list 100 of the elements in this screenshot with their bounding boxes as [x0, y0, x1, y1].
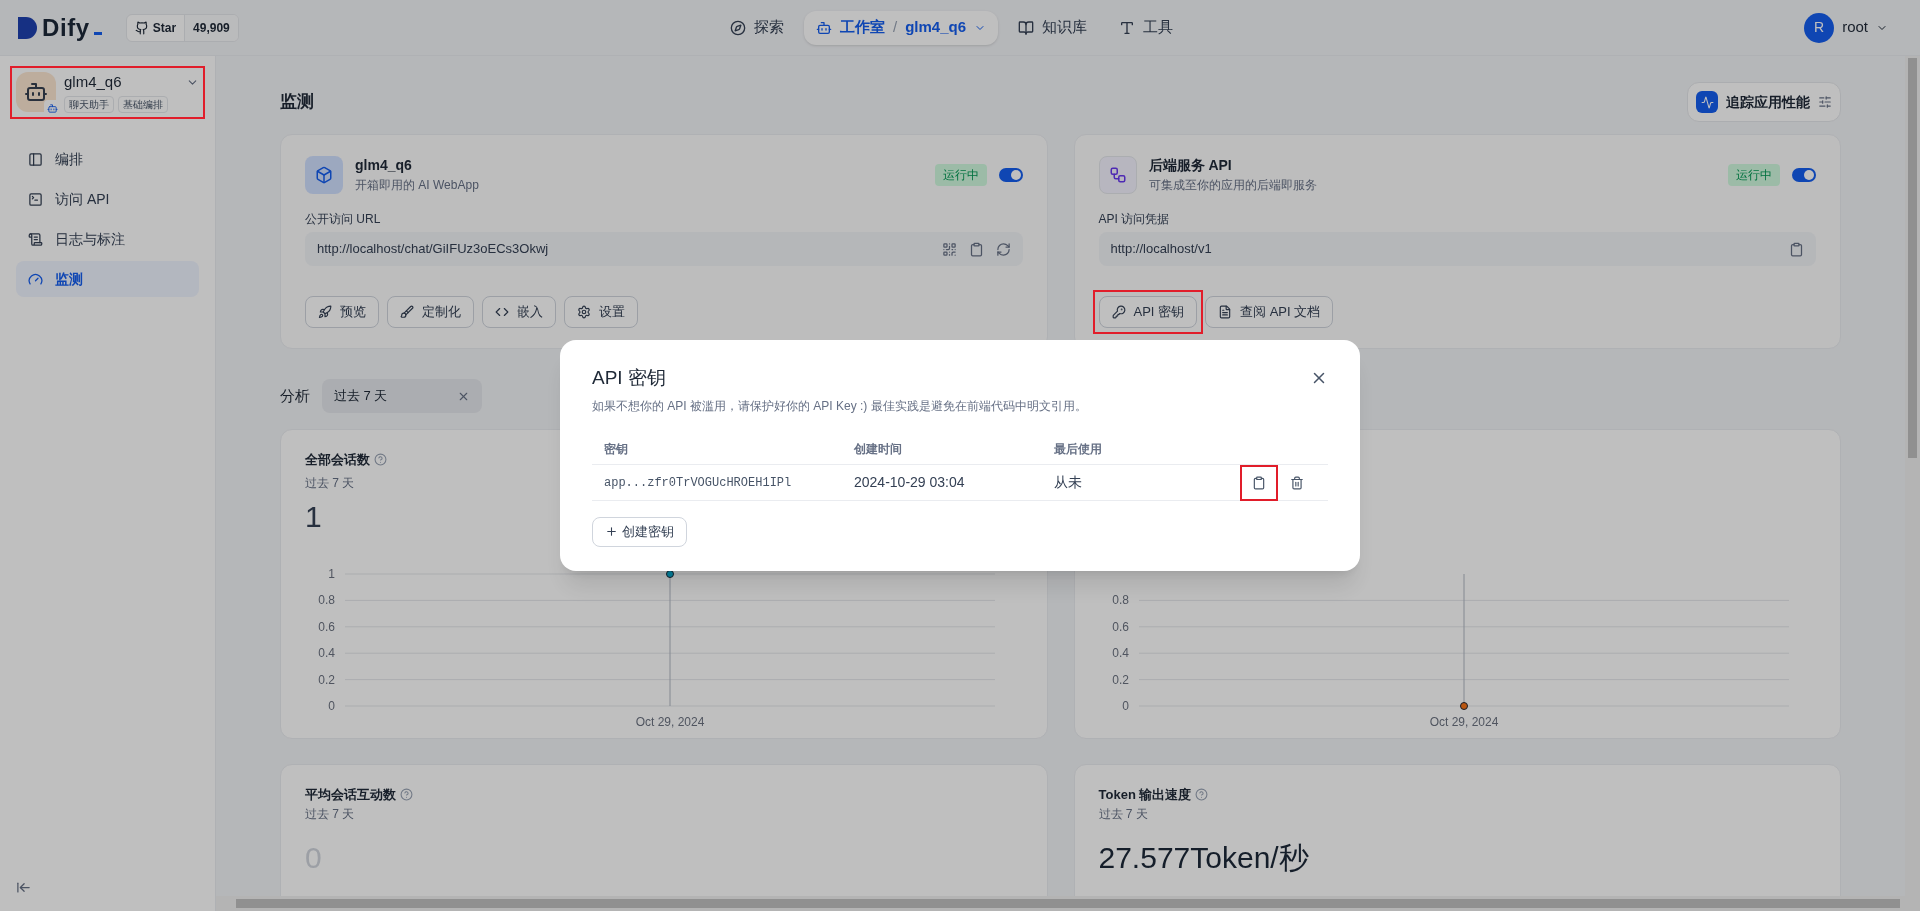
nav-icon	[815, 19, 832, 36]
sidebar-item-icon	[28, 191, 43, 207]
card-subtitle: 可集成至你的应用的后端即服务	[1148, 177, 1317, 194]
nav-tab[interactable]: 知识库	[1006, 10, 1099, 45]
app-crumb[interactable]: glm4_q6	[905, 16, 966, 39]
action-button[interactable]: API 密钥	[1098, 296, 1198, 328]
axis-tick-label: 0.6	[1111, 619, 1129, 634]
settings-icon	[1818, 95, 1832, 109]
copy-icon[interactable]	[1789, 241, 1804, 257]
app-name: glm4_q6	[64, 72, 123, 92]
period-select[interactable]: 过去 7 天	[322, 379, 482, 413]
axis-tick-label: 0	[328, 699, 335, 713]
nav-icon	[1119, 19, 1135, 36]
stat-value: 27.577Token/秒	[1098, 839, 1310, 876]
star-label: Star	[152, 19, 177, 37]
workflow-icon	[1098, 155, 1137, 194]
axis-tick-label: 0	[1121, 699, 1129, 713]
url-field[interactable]: http://localhost/v1	[1098, 232, 1816, 266]
nav-label: 知识库	[1042, 17, 1087, 38]
action-icon	[1218, 305, 1233, 319]
nav-tab[interactable]: 探索	[717, 10, 796, 45]
chart-title: 全部会话数	[305, 451, 370, 469]
nav-tab[interactable]: 工作室 / glm4_q6	[803, 10, 998, 45]
toggle-switch[interactable]	[998, 167, 1023, 182]
nav-tab[interactable]: 工具	[1107, 10, 1185, 45]
nav-label: 探索	[753, 17, 784, 38]
horizontal-scrollbar[interactable]	[216, 896, 1920, 911]
copy-icon[interactable]	[1252, 475, 1266, 490]
section-label: 分析	[280, 385, 310, 406]
field-label: API 访问凭据	[1098, 211, 1171, 228]
action-button[interactable]: 定制化	[387, 296, 474, 328]
axis-tick-label: 0.6	[318, 619, 335, 634]
star-count: 49,909	[184, 14, 238, 41]
stat-title: Token 输出速度	[1098, 786, 1192, 804]
axis-tick-label: Oct 29, 2024	[1429, 715, 1498, 729]
column-header: 创建时间	[854, 441, 903, 458]
nav-icon	[1018, 19, 1034, 36]
card-title: 后端服务 API	[1148, 156, 1233, 175]
url-field[interactable]: http://localhost/chat/GiIFUz3oECs3Okwj	[305, 232, 1023, 266]
logo-text: Dify	[42, 12, 90, 43]
axis-tick-label: 0.4	[1111, 646, 1129, 661]
axis-tick-label: 0.8	[1111, 593, 1129, 608]
help-icon	[1195, 788, 1209, 802]
help-icon	[400, 788, 413, 802]
action-icon	[495, 305, 509, 319]
action-button[interactable]: 嵌入	[482, 296, 556, 328]
column-header: 密钥	[604, 441, 629, 458]
axis-tick-label: Oct 29, 2024	[635, 715, 705, 729]
create-key-button[interactable]: 创建密钥	[592, 516, 687, 547]
sidebar-item[interactable]: 日志与标注	[16, 221, 199, 257]
user-avatar[interactable]: R	[1804, 12, 1835, 43]
table-cell-text: 从未	[1054, 473, 1083, 492]
stat-subtitle: 过去 7 天	[1098, 805, 1149, 823]
sidebar-item-icon	[28, 151, 43, 167]
nav-icon	[729, 19, 746, 36]
copy-icon[interactable]	[968, 241, 984, 257]
action-icon	[577, 305, 591, 319]
chart-total: 1	[305, 498, 322, 535]
stat-title: 平均会话互动数	[305, 786, 396, 804]
axis-tick-label: 0.4	[318, 646, 335, 661]
url-text: http://localhost/chat/GiIFUz3oECs3Okwj	[317, 240, 549, 259]
action-icon	[1111, 305, 1126, 319]
data-point	[1459, 702, 1468, 710]
sidebar-item-icon	[28, 271, 43, 287]
app-tag: 聊天助手	[64, 96, 114, 113]
toggle-switch[interactable]	[1792, 167, 1816, 182]
url-text: http://localhost/v1	[1110, 240, 1212, 259]
action-button[interactable]: 设置	[564, 296, 638, 328]
sidebar-item-icon	[28, 231, 43, 247]
qr-code-icon[interactable]	[941, 241, 957, 257]
stat-subtitle: 过去 7 天	[305, 805, 356, 823]
github-star-button[interactable]: Star 49,909	[125, 13, 239, 42]
help-icon	[374, 453, 387, 467]
action-button[interactable]: 查阅 API 文档	[1205, 296, 1334, 328]
collapse-icon[interactable]	[16, 880, 31, 895]
user-name[interactable]: root	[1842, 16, 1868, 39]
breadcrumb-separator: /	[892, 17, 898, 38]
chart-subtitle: 过去 7 天	[305, 475, 355, 490]
delete-icon[interactable]	[1290, 475, 1304, 490]
status-badge: 运行中	[1728, 163, 1780, 186]
action-button[interactable]: 预览	[305, 296, 379, 328]
field-label: 公开访问 URL	[305, 211, 382, 228]
column-header: 最后使用	[1054, 441, 1103, 458]
status-badge: 运行中	[934, 163, 987, 186]
trace-button[interactable]: 追踪应用性能	[1687, 82, 1841, 122]
sidebar-item[interactable]: 监测	[16, 261, 199, 297]
sidebar-item[interactable]: 编排	[16, 141, 199, 177]
data-point	[666, 570, 674, 578]
cube-icon	[305, 155, 343, 194]
nav-label: 工具	[1143, 17, 1173, 38]
sidebar-item[interactable]: 访问 API	[16, 181, 199, 217]
dialog-description: 如果不想你的 API 被滥用，请保护好你的 API Key :) 最佳实践是避免在前端代码中明文引用。	[592, 397, 1088, 415]
axis-tick-label: 0.2	[1111, 672, 1129, 687]
axis-tick-label: 0.2	[318, 672, 335, 687]
dialog-title: API 密钥	[592, 366, 666, 390]
refresh-icon[interactable]	[995, 241, 1011, 257]
github-icon	[134, 20, 149, 35]
plus-icon	[605, 525, 618, 538]
axis-tick-label: 1	[328, 567, 335, 581]
vertical-scrollbar[interactable]	[1905, 56, 1920, 896]
